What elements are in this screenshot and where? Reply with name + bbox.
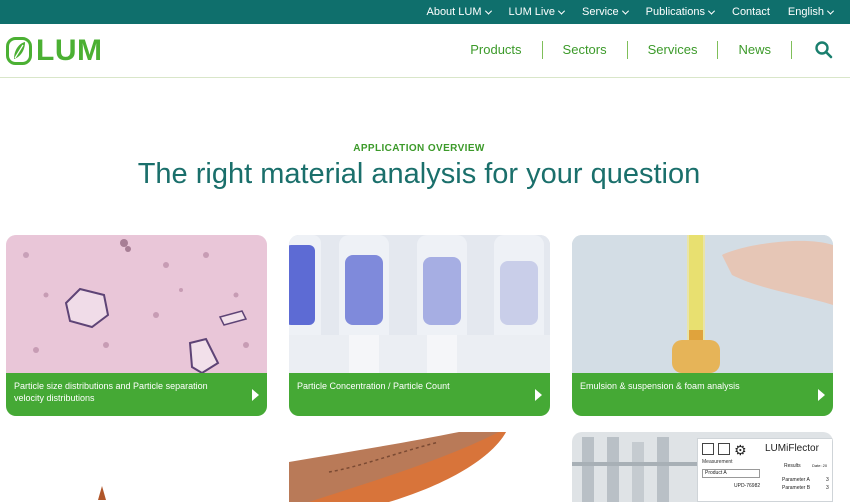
microscope-crystals-image <box>6 235 267 373</box>
card-caption-bar: Particle size distributions and Particle… <box>6 373 267 416</box>
preview-date: Date: 20 <box>812 463 828 468</box>
site-logo[interactable]: LUM <box>6 35 102 67</box>
preview-code: UPD-76982 <box>734 483 761 489</box>
section-eyebrow: APPLICATION OVERVIEW <box>353 143 485 154</box>
top-utility-bar: About LUM LUM Live Service Publications … <box>0 0 850 24</box>
search-button[interactable] <box>814 40 834 60</box>
top-nav: About LUM LUM Live Service Publications … <box>417 0 842 24</box>
app-preview-panel: ⚙ LUMiFlector Measurement Product A UPD-… <box>697 438 833 502</box>
main-nav: Products Sectors Services News <box>450 40 792 60</box>
chevron-down-icon <box>621 7 629 15</box>
card-label: Particle size distributions and Particle… <box>14 381 208 403</box>
chevron-down-icon <box>557 7 566 15</box>
partial-card-image <box>6 432 267 502</box>
nav-products[interactable]: Products <box>450 40 541 60</box>
play-arrow-icon <box>535 389 542 401</box>
test-tube-image <box>572 235 833 373</box>
preview-param-a-value: 3 <box>826 477 829 483</box>
preview-results: Results <box>784 463 801 469</box>
play-arrow-icon <box>818 389 825 401</box>
chevron-down-icon <box>484 7 492 15</box>
top-nav-publications[interactable]: Publications <box>637 6 723 18</box>
document-icon <box>702 443 714 455</box>
top-nav-lum-live[interactable]: LUM Live <box>500 6 573 18</box>
chart-icon <box>718 443 730 455</box>
site-header: LUM Products Sectors Services News <box>0 24 850 78</box>
application-card-partial[interactable] <box>289 432 550 502</box>
logo-text: LUM <box>36 34 103 67</box>
top-nav-label: Contact <box>732 6 770 18</box>
search-icon <box>815 41 833 59</box>
top-nav-about[interactable]: About LUM <box>417 6 499 18</box>
lum-leaf-logo-icon <box>6 37 32 65</box>
nav-divider <box>791 41 792 59</box>
card-label: Emulsion & suspension & foam analysis <box>580 381 740 391</box>
application-card-emulsion[interactable]: Emulsion & suspension & foam analysis <box>572 235 833 416</box>
nav-news[interactable]: News <box>718 40 791 60</box>
page-title: The right material analysis for your que… <box>137 158 701 190</box>
play-arrow-icon <box>252 389 259 401</box>
top-nav-label: LUM Live <box>508 6 555 18</box>
card-label: Particle Concentration / Particle Count <box>297 381 450 391</box>
card-caption-bar: Emulsion & suspension & foam analysis <box>572 373 833 416</box>
preview-param-a: Parameter A <box>782 477 810 483</box>
preview-param-b: Parameter B <box>782 485 811 491</box>
top-nav-label: Publications <box>645 6 705 18</box>
sample-vials-image <box>289 235 550 373</box>
chevron-down-icon <box>707 7 716 15</box>
application-card-particle-size[interactable]: Particle size distributions and Particle… <box>6 235 267 416</box>
gear-icon: ⚙ <box>734 442 747 458</box>
nav-services[interactable]: Services <box>628 40 718 60</box>
top-nav-label: English <box>787 6 824 18</box>
application-card-particle-concentration[interactable]: Particle Concentration / Particle Count <box>289 235 550 416</box>
shoe-image <box>289 432 550 502</box>
language-selector[interactable]: English <box>779 6 842 18</box>
preview-title: LUMiFlector <box>765 443 819 454</box>
top-nav-contact[interactable]: Contact <box>723 6 779 18</box>
application-card-partial[interactable] <box>6 432 267 502</box>
chevron-down-icon <box>826 7 835 15</box>
preview-measurement: Measurement <box>702 459 733 465</box>
preview-param-b-value: 3 <box>826 485 829 491</box>
nav-sectors[interactable]: Sectors <box>543 40 627 60</box>
top-nav-label: About LUM <box>426 6 482 18</box>
application-card-lumiflector[interactable]: ⚙ LUMiFlector Measurement Product A UPD-… <box>572 432 833 502</box>
card-caption-bar: Particle Concentration / Particle Count <box>289 373 550 416</box>
preview-product: Product A <box>702 469 760 478</box>
top-nav-label: Service <box>581 6 619 18</box>
top-nav-service[interactable]: Service <box>573 6 637 18</box>
